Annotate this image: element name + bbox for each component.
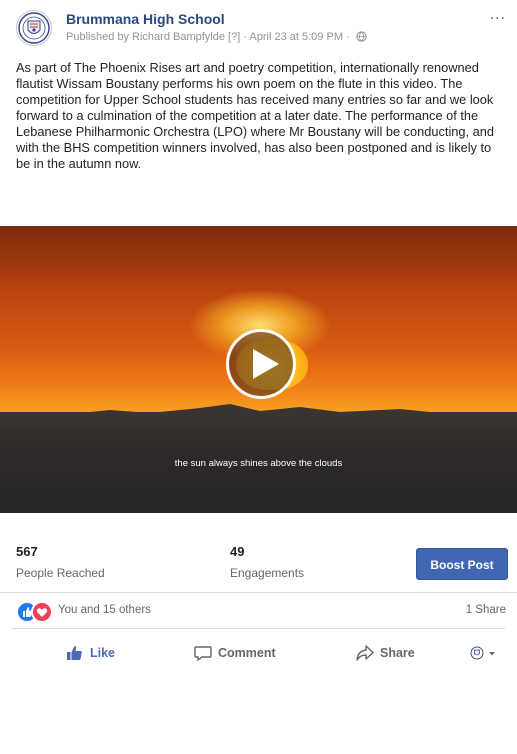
like-label: Like (90, 646, 116, 660)
post-header: Brummana High School Published by Richar… (16, 6, 506, 50)
action-bar: Like Comment Share (0, 638, 517, 668)
reactions-text[interactable]: You and 15 others (58, 604, 151, 616)
page-avatar[interactable] (16, 10, 52, 46)
post-meta: Published by Richard Bampfylde [?] · Apr… (66, 31, 367, 43)
divider (12, 628, 505, 629)
love-reaction-icon (31, 601, 53, 623)
video-caption: the sun always shines above the clouds (174, 458, 343, 469)
post-card: Brummana High School Published by Richar… (0, 0, 517, 754)
divider (0, 592, 517, 593)
share-label: Share (380, 646, 415, 660)
comment-icon (194, 646, 212, 662)
school-crest-icon (18, 12, 50, 44)
chevron-down-icon (489, 652, 495, 656)
globe-icon[interactable] (356, 31, 367, 42)
share-arrow-icon (356, 645, 374, 661)
mountain-silhouette (0, 404, 517, 428)
thumbs-up-icon (67, 646, 82, 660)
video-player[interactable]: the sun always shines above the clouds (0, 226, 517, 513)
post-meta-text: Published by Richard Bampfylde [?] · Apr… (66, 31, 350, 43)
shares-count[interactable]: 1 Share (466, 604, 506, 616)
post-text: As part of The Phoenix Rises art and poe… (16, 60, 494, 171)
people-reached-label: People Reached (16, 566, 105, 580)
play-icon (253, 349, 279, 379)
school-crest-icon (470, 646, 484, 660)
engagements-label: Engagements (230, 566, 305, 580)
comment-label: Comment (218, 646, 276, 660)
boost-post-button[interactable]: Boost Post (416, 548, 508, 580)
play-button[interactable] (226, 329, 296, 399)
more-options-button[interactable]: ... (490, 6, 506, 24)
engagements-value: 49 (230, 544, 245, 559)
people-reached-value: 567 (16, 544, 38, 559)
page-name-link[interactable]: Brummana High School (66, 11, 225, 27)
